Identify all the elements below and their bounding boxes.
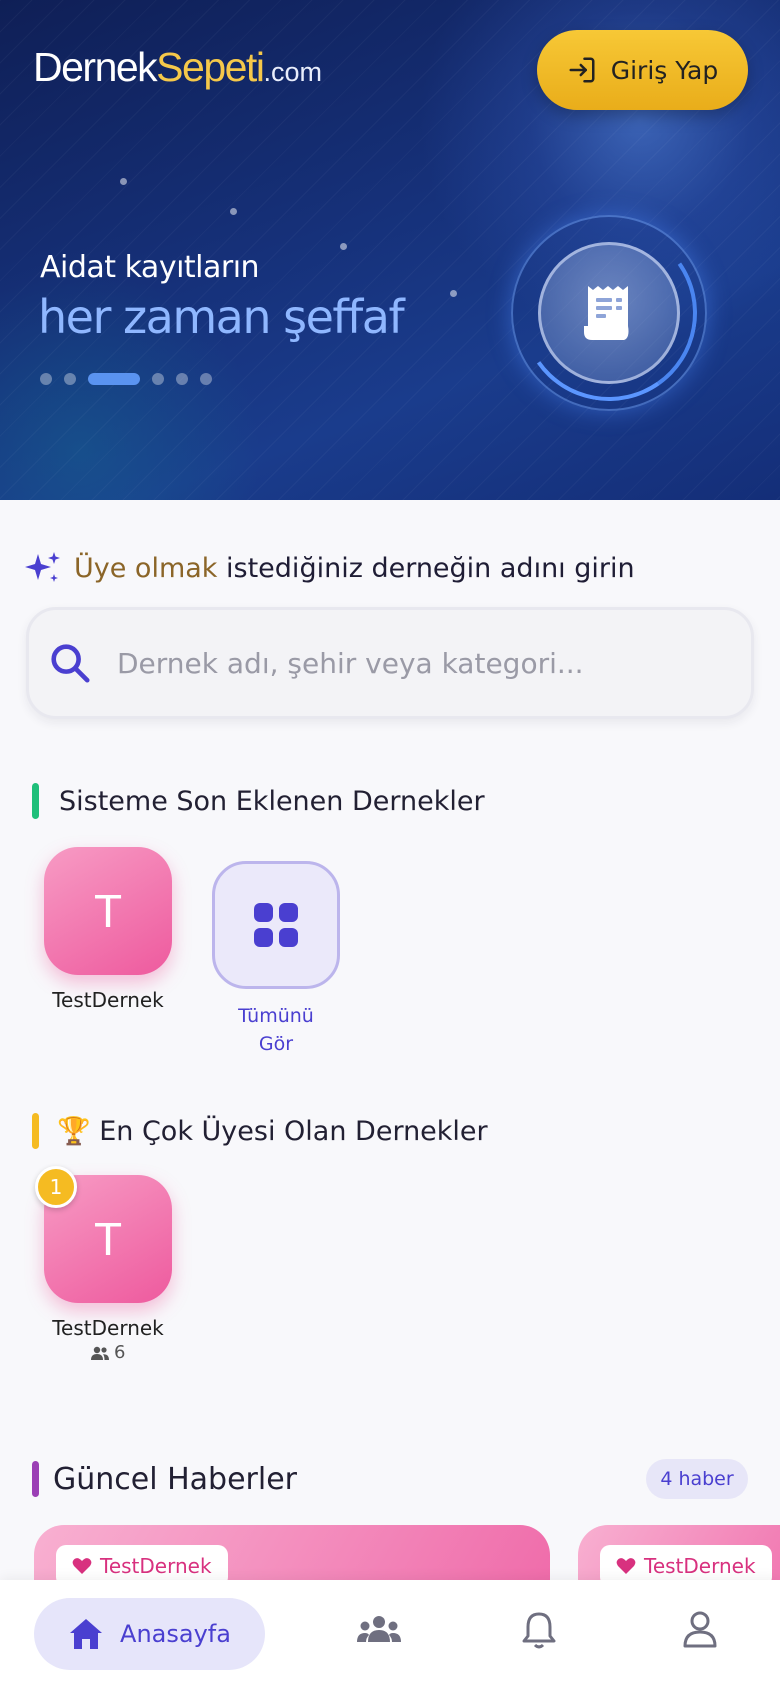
association-name[interactable]: TestDernek bbox=[28, 988, 188, 1012]
rank-number: 1 bbox=[49, 1175, 63, 1199]
home-icon bbox=[70, 1619, 103, 1649]
search-icon bbox=[51, 644, 90, 683]
heart-icon bbox=[72, 1558, 92, 1574]
search-input[interactable] bbox=[117, 646, 717, 680]
decor-dot bbox=[340, 243, 347, 250]
hero-subtitle: Aidat kayıtların bbox=[40, 250, 260, 285]
see-all-button[interactable] bbox=[212, 861, 340, 989]
logo-part-3: .com bbox=[263, 57, 322, 87]
search-prompt: Üye olmak istediğiniz derneğin adını gir… bbox=[24, 548, 635, 588]
section-accent-bar bbox=[32, 1461, 39, 1497]
login-icon bbox=[569, 57, 595, 83]
hero-banner: DernekSepeti.com Giriş Yap Aidat kayıtla… bbox=[0, 0, 780, 500]
recent-section-header: Sisteme Son Eklenen Dernekler bbox=[32, 783, 485, 819]
rank-badge: 1 bbox=[35, 1166, 77, 1208]
association-initial: T bbox=[93, 1213, 123, 1265]
nav-home-label: Anasayfa bbox=[120, 1620, 231, 1648]
logo-part-1: Dernek bbox=[33, 44, 158, 90]
association-name[interactable]: TestDernek bbox=[28, 1316, 188, 1340]
carousel-dot[interactable] bbox=[64, 373, 76, 385]
carousel-dot[interactable] bbox=[200, 373, 212, 385]
member-count-value: 6 bbox=[114, 1342, 126, 1363]
nav-home[interactable]: Anasayfa bbox=[34, 1598, 265, 1670]
news-source-name: TestDernek bbox=[100, 1554, 212, 1578]
association-tile[interactable]: T bbox=[44, 847, 172, 975]
login-button[interactable]: Giriş Yap bbox=[537, 30, 748, 110]
decor-dot bbox=[230, 208, 237, 215]
profile-icon[interactable] bbox=[682, 1610, 718, 1648]
carousel-dot[interactable] bbox=[152, 373, 164, 385]
see-all-label[interactable]: Tümünü Gör bbox=[212, 1002, 340, 1058]
prompt-highlight: Üye olmak bbox=[74, 552, 218, 584]
grid-icon bbox=[254, 903, 298, 947]
carousel-dot-active[interactable] bbox=[88, 373, 140, 385]
see-all-line-1: Tümünü bbox=[238, 1005, 314, 1027]
news-count-badge: 4 haber bbox=[646, 1459, 748, 1499]
carousel-dot[interactable] bbox=[40, 373, 52, 385]
see-all-line-2: Gör bbox=[258, 1033, 294, 1055]
members-icon bbox=[91, 1346, 109, 1360]
association-initial: T bbox=[93, 885, 123, 937]
prompt-text: istediğiniz derneğin adını girin bbox=[226, 552, 635, 584]
sparkles-icon bbox=[25, 552, 60, 582]
member-count: 6 bbox=[90, 1342, 125, 1363]
bottom-navigation: Anasayfa bbox=[0, 1580, 780, 1688]
section-accent-bar bbox=[32, 783, 39, 819]
decor-dot bbox=[450, 290, 457, 297]
receipt-icon bbox=[584, 286, 629, 340]
login-label: Giriş Yap bbox=[610, 55, 719, 85]
carousel-dot[interactable] bbox=[176, 373, 188, 385]
groups-icon[interactable] bbox=[356, 1614, 402, 1648]
carousel-indicator[interactable] bbox=[40, 373, 212, 385]
top-members-section-header: 🏆 En Çok Üyesi Olan Dernekler bbox=[32, 1113, 488, 1149]
news-section-header: Güncel Haberler bbox=[32, 1461, 297, 1497]
heart-icon bbox=[616, 1558, 636, 1574]
hero-title: her zaman şeffaf bbox=[38, 290, 405, 344]
news-source-name: TestDernek bbox=[644, 1554, 756, 1578]
decor-dot bbox=[120, 178, 127, 185]
section-accent-bar bbox=[32, 1113, 39, 1149]
section-title: Sisteme Son Eklenen Dernekler bbox=[59, 785, 485, 817]
section-title: Güncel Haberler bbox=[53, 1461, 297, 1497]
app-logo: DernekSepeti.com bbox=[33, 44, 322, 91]
section-title: 🏆 En Çok Üyesi Olan Dernekler bbox=[57, 1116, 488, 1147]
search-bar[interactable] bbox=[26, 607, 754, 719]
hero-icon-badge bbox=[538, 242, 680, 384]
bell-icon[interactable] bbox=[522, 1610, 556, 1650]
logo-part-2: Sepeti bbox=[156, 44, 265, 90]
